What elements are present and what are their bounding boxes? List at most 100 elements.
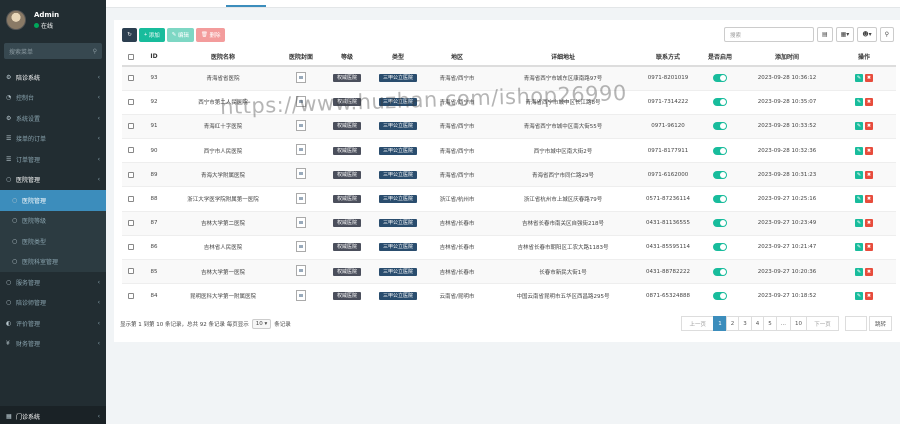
row-checkbox-cell[interactable] [122,283,140,308]
row-checkbox[interactable] [128,171,134,178]
row-checkbox[interactable] [128,195,134,202]
table-row[interactable]: 84 昆明医科大学第一附属医院 权威医院 三甲公立医院 云南省/昆明市 中国云南省昆明市五… [122,283,896,308]
delete-button[interactable]: 🗑 删除 [195,28,226,42]
row-delete-icon[interactable]: ✖ [865,195,873,204]
column-header[interactable] [122,48,140,67]
sidebar-item-1[interactable]: ◔ 控制台 ‹ [0,88,106,109]
toggle-view-button[interactable]: ▤ [816,27,833,42]
page-button[interactable]: 5 [763,316,777,331]
cover-image[interactable] [296,119,306,131]
page-button[interactable]: 2 [725,316,740,331]
enabled-toggle[interactable] [713,122,727,131]
select-all-checkbox[interactable] [128,53,134,60]
row-checkbox[interactable] [128,147,134,154]
cover-image[interactable] [296,289,306,301]
sidebar-item-0[interactable]: ⚙ 陪诊系统 ‹ [0,67,106,88]
sidebar-item-7[interactable]: ○ 医院等级 [0,210,106,231]
row-checkbox-cell[interactable] [122,113,140,139]
enabled-toggle[interactable] [713,219,727,228]
sidebar-item-12[interactable]: ◐ 评价管理 ‹ [0,313,106,334]
sidebar-item-2[interactable]: ⚙ 系统设置 ‹ [0,108,106,129]
row-checkbox-cell[interactable] [122,258,140,284]
table-row[interactable]: 89 青海大学附属医院 权威医院 三甲公立医院 青海省/西宁市 青海省西宁市同仁路29号 0… [122,162,896,187]
search-icon[interactable]: ⚲ [93,48,97,55]
row-delete-icon[interactable]: ✖ [865,74,873,83]
enabled-toggle[interactable] [713,74,727,83]
jump-button[interactable]: 跳转 [868,316,892,331]
page-button[interactable]: 1 [713,316,727,331]
page-button[interactable]: 4 [750,316,765,331]
row-checkbox[interactable] [128,99,134,106]
cover-image[interactable] [296,95,306,107]
row-delete-icon[interactable]: ✖ [865,170,873,179]
row-edit-icon[interactable]: ✎ [855,243,863,252]
row-delete-icon[interactable]: ✖ [865,267,873,276]
cover-image[interactable] [296,192,306,204]
row-delete-icon[interactable]: ✖ [865,122,873,131]
row-edit-icon[interactable]: ✎ [855,195,863,204]
page-button[interactable]: 3 [738,316,752,331]
table-row[interactable]: 86 吉林省人民医院 权威医院 三甲公立医院 吉林省/长春市 吉林省长春市朝阳区工农大路1… [122,234,896,260]
table-row[interactable]: 93 青海省省医院 权威医院 三甲公立医院 青海省/西宁市 青海省西宁市城东区康南路97号… [122,65,896,91]
table-row[interactable]: 90 西宁市人民医院 权威医院 三甲公立医院 青海省/西宁市 西宁市城中区南大街2号 097… [122,138,896,163]
enabled-toggle[interactable] [713,267,727,276]
row-checkbox[interactable] [128,219,134,226]
row-delete-icon[interactable]: ✖ [865,146,873,155]
row-checkbox-cell[interactable] [122,234,140,260]
cover-image[interactable] [296,168,306,180]
cover-image[interactable] [296,71,306,83]
sidebar-item-10[interactable]: ○ 服务管理 ‹ [0,272,106,293]
row-checkbox[interactable] [128,244,134,251]
columns-button[interactable]: ▦▾ [835,27,855,42]
cover-image[interactable] [296,240,306,252]
page-button[interactable]: 10 [789,316,807,331]
sidebar-item-9[interactable]: ○ 医院科室管理 [0,251,106,272]
row-checkbox-cell[interactable] [122,89,140,115]
page-size-select[interactable]: 10 ▾ [251,319,272,329]
row-checkbox-cell[interactable] [122,186,140,212]
cover-image[interactable] [296,265,306,277]
enabled-toggle[interactable] [713,98,727,107]
enabled-toggle[interactable] [713,146,727,155]
prev-page-button[interactable]: 上一页 [681,316,715,331]
row-delete-icon[interactable]: ✖ [865,243,873,252]
cover-image[interactable] [296,144,306,156]
add-button[interactable]: + 添加 [139,28,165,42]
table-row[interactable]: 85 吉林大学第一医院 权威医院 三甲公立医院 吉林省/长春市 长春市新民大街1号 0431… [122,258,896,284]
jump-page-input[interactable] [844,316,867,331]
sidebar-item-3[interactable]: ☰ 接单的订单 ‹ [0,129,106,150]
sidebar-item-clinic-system[interactable]: ▦ 门诊系统 ‹ [0,406,106,424]
row-checkbox[interactable] [128,268,134,275]
enabled-toggle[interactable] [713,170,727,179]
sidebar-item-8[interactable]: ○ 医院类型 [0,231,106,252]
row-delete-icon[interactable]: ✖ [865,292,873,301]
row-edit-icon[interactable]: ✎ [855,122,863,131]
enabled-toggle[interactable] [713,243,727,252]
enabled-toggle[interactable] [713,292,727,301]
row-edit-icon[interactable]: ✎ [855,170,863,179]
table-row[interactable]: 91 青海红十字医院 权威医院 三甲公立医院 青海省/西宁市 青海省西宁市城中区南大街55… [122,113,896,139]
table-search-input[interactable]: 搜索 [723,27,814,42]
row-checkbox-cell[interactable] [122,138,140,163]
sidebar-item-6[interactable]: ○ 医院管理 [0,190,106,211]
export-button[interactable]: ☻▾ [857,27,877,42]
row-delete-icon[interactable]: ✖ [865,98,873,107]
row-edit-icon[interactable]: ✎ [855,292,863,301]
row-edit-icon[interactable]: ✎ [855,98,863,107]
row-edit-icon[interactable]: ✎ [855,146,863,155]
table-row[interactable]: 87 吉林大学第二医院 权威医院 三甲公立医院 吉林省/长春市 吉林省长春市南关区自强街2… [122,210,896,236]
cover-image[interactable] [296,216,306,228]
row-edit-icon[interactable]: ✎ [855,267,863,276]
next-page-button[interactable]: 下一页 [805,316,839,331]
row-delete-icon[interactable]: ✖ [865,219,873,228]
row-checkbox[interactable] [128,292,134,299]
row-checkbox-cell[interactable] [122,65,140,91]
sidebar-item-4[interactable]: ☰ 订单管理 ‹ [0,149,106,170]
edit-button[interactable]: ✎ 编辑 [166,28,194,42]
advanced-search-button[interactable]: ⚲ [879,27,894,42]
sidebar-item-13[interactable]: ¥ 财务管理 ‹ [0,334,106,355]
row-edit-icon[interactable]: ✎ [855,74,863,83]
sidebar-search-input[interactable]: 搜索菜单 ⚲ [4,43,102,59]
enabled-toggle[interactable] [713,195,727,204]
sidebar-item-5[interactable]: ○ 医院管理 ‹ [0,170,106,191]
